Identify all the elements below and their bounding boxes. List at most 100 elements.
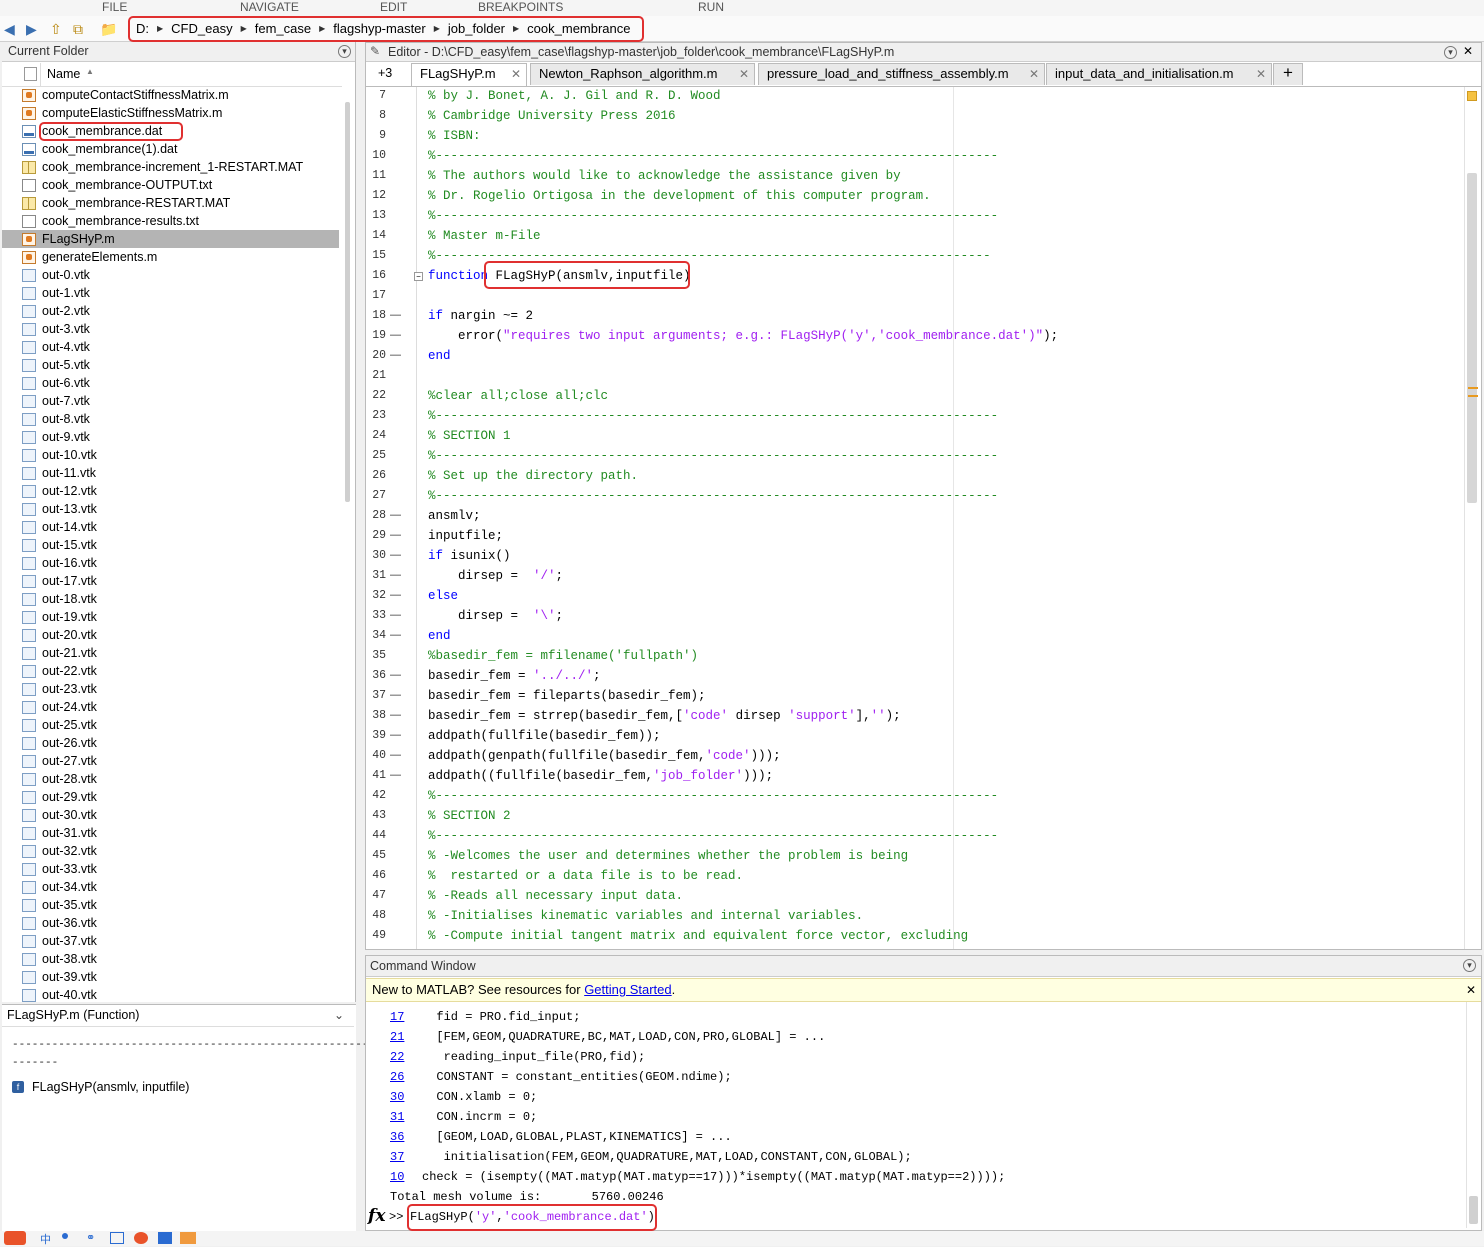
file-row[interactable]: out-21.vtk: [2, 644, 339, 662]
file-row[interactable]: out-9.vtk: [2, 428, 339, 446]
code-line[interactable]: % ISBN:: [428, 129, 481, 143]
breakpoint-marker[interactable]: —: [390, 629, 401, 641]
line-link[interactable]: 31: [390, 1110, 422, 1124]
warning-indicator-icon[interactable]: [1467, 91, 1477, 101]
file-row[interactable]: out-1.vtk: [2, 284, 339, 302]
breakpoint-marker[interactable]: —: [390, 549, 401, 561]
mascot-icon[interactable]: [180, 1232, 196, 1244]
more-tabs-button[interactable]: +3: [378, 66, 392, 80]
breakpoint-marker[interactable]: —: [390, 349, 401, 361]
breakpoint-marker[interactable]: —: [390, 329, 401, 341]
file-row[interactable]: out-20.vtk: [2, 626, 339, 644]
code-line[interactable]: %---------------------------------------…: [428, 829, 998, 843]
file-row[interactable]: out-23.vtk: [2, 680, 339, 698]
add-tab-button[interactable]: +: [1273, 63, 1303, 85]
code-line[interactable]: % -Compute initial tangent matrix and eq…: [428, 929, 968, 943]
column-header[interactable]: Name ▲: [2, 63, 342, 87]
breakpoint-marker[interactable]: —: [390, 729, 401, 741]
close-tab-icon[interactable]: ✕: [739, 64, 749, 84]
panel-menu-icon[interactable]: ▾: [1463, 959, 1476, 972]
code-line[interactable]: % SECTION 2: [428, 809, 511, 823]
code-line[interactable]: addpath(genpath(fullfile(basedir_fem,'co…: [428, 749, 781, 763]
line-link[interactable]: 17: [390, 1010, 422, 1024]
file-row[interactable]: out-26.vtk: [2, 734, 339, 752]
code-line[interactable]: else: [428, 589, 458, 603]
code-line[interactable]: dirsep = '/';: [428, 569, 563, 583]
punctuation-icon[interactable]: [62, 1233, 68, 1239]
close-tab-icon[interactable]: ✕: [1029, 64, 1039, 84]
close-tab-icon[interactable]: ✕: [1256, 64, 1266, 84]
file-row[interactable]: out-19.vtk: [2, 608, 339, 626]
file-row[interactable]: out-0.vtk: [2, 266, 339, 284]
close-tab-icon[interactable]: ✕: [511, 64, 521, 84]
function-signature[interactable]: FLagSHyP(ansmlv, inputfile): [32, 1080, 189, 1094]
code-line[interactable]: end: [428, 629, 451, 643]
warning-marker[interactable]: [1468, 395, 1478, 397]
breakpoint-marker[interactable]: —: [390, 509, 401, 521]
file-row[interactable]: out-35.vtk: [2, 896, 339, 914]
file-row[interactable]: out-32.vtk: [2, 842, 339, 860]
file-row[interactable]: out-3.vtk: [2, 320, 339, 338]
language-icon[interactable]: 中: [40, 1231, 51, 1247]
file-row[interactable]: out-33.vtk: [2, 860, 339, 878]
code-line[interactable]: % The authors would like to acknowledge …: [428, 169, 901, 183]
code-line[interactable]: %---------------------------------------…: [428, 489, 998, 503]
code-line[interactable]: basedir_fem = strrep(basedir_fem,['code'…: [428, 709, 901, 723]
back-arrow-icon[interactable]: ◀: [4, 20, 15, 38]
command-scrollbar[interactable]: [1466, 1002, 1480, 1228]
file-row[interactable]: out-24.vtk: [2, 698, 339, 716]
file-row[interactable]: out-31.vtk: [2, 824, 339, 842]
breakpoint-marker[interactable]: —: [390, 769, 401, 781]
file-row[interactable]: out-12.vtk: [2, 482, 339, 500]
code-line[interactable]: %---------------------------------------…: [428, 789, 998, 803]
file-row[interactable]: out-40.vtk: [2, 986, 339, 1004]
code-line[interactable]: % restarted or a data file is to be read…: [428, 869, 743, 883]
file-row[interactable]: computeContactStiffnessMatrix.m: [2, 86, 339, 104]
file-row[interactable]: cook_membrance-increment_1-RESTART.MAT: [2, 158, 339, 176]
code-line[interactable]: %clear all;close all;clc: [428, 389, 608, 403]
file-row[interactable]: out-18.vtk: [2, 590, 339, 608]
file-row[interactable]: out-6.vtk: [2, 374, 339, 392]
line-link[interactable]: 36: [390, 1130, 422, 1144]
file-row[interactable]: cook_membrance-results.txt: [2, 212, 339, 230]
code-line[interactable]: end: [428, 349, 451, 363]
input-method-icon[interactable]: [4, 1231, 26, 1245]
breakpoint-marker[interactable]: —: [390, 309, 401, 321]
code-line[interactable]: % Dr. Rogelio Ortigosa in the developmen…: [428, 189, 931, 203]
tab-run[interactable]: RUN: [698, 0, 724, 14]
file-row[interactable]: out-38.vtk: [2, 950, 339, 968]
breakpoint-marker[interactable]: —: [390, 609, 401, 621]
file-row[interactable]: cook_membrance(1).dat: [2, 140, 339, 158]
code-line[interactable]: % by J. Bonet, A. J. Gil and R. D. Wood: [428, 89, 721, 103]
code-line[interactable]: inputfile;: [428, 529, 503, 543]
getting-started-link[interactable]: Getting Started: [584, 982, 671, 997]
breakpoint-marker[interactable]: —: [390, 749, 401, 761]
keyboard-icon[interactable]: [110, 1232, 124, 1244]
code-line[interactable]: ansmlv;: [428, 509, 481, 523]
code-line[interactable]: %---------------------------------------…: [428, 149, 998, 163]
tab-breakpoints[interactable]: BREAKPOINTS: [478, 0, 563, 14]
microphone-icon[interactable]: ⚭: [86, 1231, 95, 1244]
code-line[interactable]: basedir_fem = fileparts(basedir_fem);: [428, 689, 706, 703]
file-row[interactable]: out-11.vtk: [2, 464, 339, 482]
code-line[interactable]: if nargin ~= 2: [428, 309, 533, 323]
panel-menu-icon[interactable]: ▾: [338, 45, 351, 58]
breakpoint-marker[interactable]: —: [390, 569, 401, 581]
breakpoint-marker[interactable]: —: [390, 709, 401, 721]
tab-flagshyp[interactable]: FLagSHyP.m ✕: [411, 63, 527, 86]
file-row[interactable]: FLagSHyP.m: [2, 230, 339, 248]
tab-file[interactable]: FILE: [102, 0, 127, 14]
forward-arrow-icon[interactable]: ▶: [26, 20, 37, 38]
file-row[interactable]: out-13.vtk: [2, 500, 339, 518]
code-line[interactable]: %---------------------------------------…: [428, 409, 998, 423]
code-line[interactable]: % Set up the directory path.: [428, 469, 638, 483]
tab-newton-raphson[interactable]: Newton_Raphson_algorithm.m ✕: [530, 63, 755, 85]
file-row[interactable]: out-17.vtk: [2, 572, 339, 590]
line-link[interactable]: 37: [390, 1150, 422, 1164]
code-line[interactable]: %---------------------------------------…: [428, 209, 998, 223]
file-row[interactable]: out-15.vtk: [2, 536, 339, 554]
breakpoint-marker[interactable]: —: [390, 589, 401, 601]
code-line[interactable]: error("requires two input arguments; e.g…: [428, 329, 1058, 343]
browse-folder-icon[interactable]: ⧉: [73, 20, 83, 38]
code-line[interactable]: % -Welcomes the user and determines whet…: [428, 849, 908, 863]
